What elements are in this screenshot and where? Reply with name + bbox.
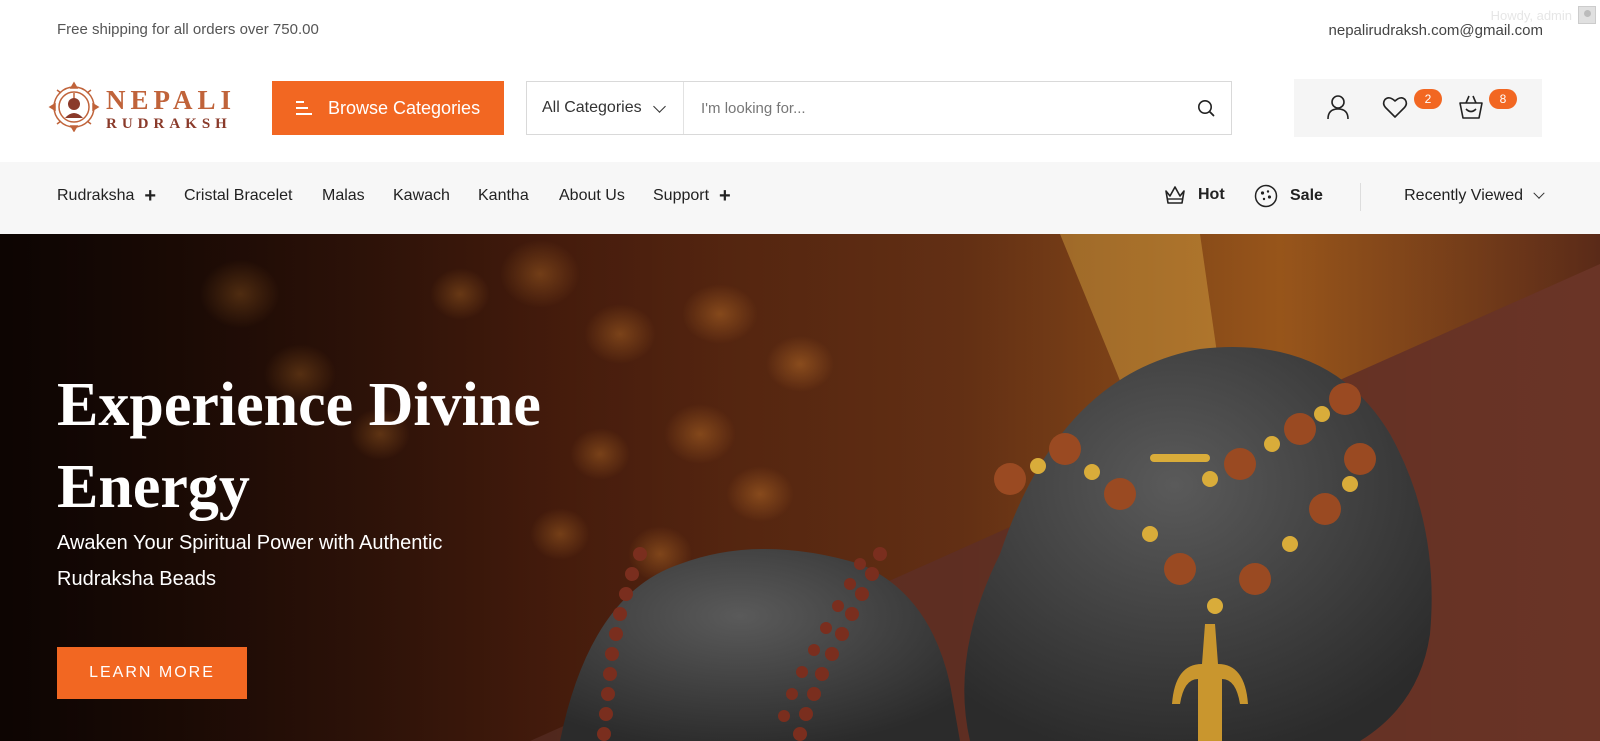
chevron-down-icon <box>653 100 666 113</box>
site-header: NEPALI RUDRAKSH Browse Categories All Ca… <box>0 62 1600 162</box>
shipping-notice: Free shipping for all orders over 750.00 <box>57 21 319 38</box>
recently-viewed-dropdown[interactable]: Recently Viewed <box>1404 187 1545 205</box>
header-action-icons: 2 8 <box>1294 79 1542 137</box>
main-navigation: Rudraksha + Cristal Bracelet Malas Kawach… <box>0 162 1600 234</box>
nav-item-malas[interactable]: Malas <box>322 187 365 205</box>
nav-item-rudraksha[interactable]: Rudraksha + <box>57 185 157 207</box>
logo-text-primary: NEPALI <box>106 85 237 115</box>
hero-title: Experience Divine Energy <box>57 371 541 521</box>
logo-text-secondary: RUDRAKSH <box>106 116 232 132</box>
nav-divider <box>1360 183 1361 211</box>
site-logo[interactable]: NEPALI RUDRAKSH <box>48 80 231 138</box>
nav-item-about-us[interactable]: About Us <box>559 187 625 205</box>
contact-email-link[interactable]: nepalirudraksh.com@gmail.com <box>1329 22 1543 39</box>
nav-item-kawach[interactable]: Kawach <box>393 187 450 205</box>
heart-icon[interactable] <box>1381 93 1409 121</box>
basket-icon[interactable] <box>1457 93 1485 121</box>
nav-item-support[interactable]: Support + <box>653 185 731 207</box>
nav-hot-link[interactable]: Hot <box>1164 184 1225 206</box>
nav-hot-label: Hot <box>1198 186 1225 203</box>
nav-item-label: Support <box>653 187 710 204</box>
search-bar: All Categories <box>526 81 1232 135</box>
plus-icon: + <box>719 185 731 207</box>
crown-icon <box>1165 186 1185 204</box>
sale-icon <box>1254 184 1278 208</box>
nav-item-label: Kantha <box>478 187 529 204</box>
nav-item-label: Rudraksha <box>57 187 135 204</box>
top-bar: Free shipping for all orders over 750.00… <box>0 0 1600 62</box>
search-category-label: All Categories <box>542 99 642 116</box>
user-icon[interactable] <box>1324 93 1352 121</box>
cart-count-badge: 8 <box>1489 89 1517 109</box>
recently-viewed-label: Recently Viewed <box>1404 187 1523 204</box>
admin-greeting[interactable]: Howdy, admin <box>1491 8 1572 23</box>
logo-emblem-icon <box>48 81 100 132</box>
nav-item-label: Kawach <box>393 187 450 204</box>
nav-item-label: Cristal Bracelet <box>184 187 293 204</box>
menu-icon <box>296 101 312 115</box>
learn-more-button[interactable]: LEARN MORE <box>57 647 247 699</box>
nav-item-cristal-bracelet[interactable]: Cristal Bracelet <box>184 187 292 205</box>
search-category-select[interactable]: All Categories <box>527 82 684 134</box>
avatar-icon[interactable] <box>1578 6 1596 24</box>
nav-item-kantha[interactable]: Kantha <box>478 187 529 205</box>
nav-item-label: About Us <box>559 187 625 204</box>
wishlist-count-badge: 2 <box>1414 89 1442 109</box>
hero-banner: Experience Divine Energy Awaken Your Spi… <box>0 234 1600 741</box>
search-input[interactable] <box>684 82 1181 134</box>
plus-icon: + <box>144 185 157 207</box>
nav-sale-link[interactable]: Sale <box>1254 184 1323 208</box>
hero-subtitle: Awaken Your Spiritual Power with Authent… <box>57 532 443 590</box>
search-icon[interactable] <box>1181 82 1231 134</box>
browse-categories-label: Browse Categories <box>328 97 481 118</box>
browse-categories-button[interactable]: Browse Categories <box>272 81 504 135</box>
nav-sale-label: Sale <box>1290 187 1323 204</box>
chevron-down-icon <box>1533 187 1545 199</box>
nav-item-label: Malas <box>322 187 365 204</box>
